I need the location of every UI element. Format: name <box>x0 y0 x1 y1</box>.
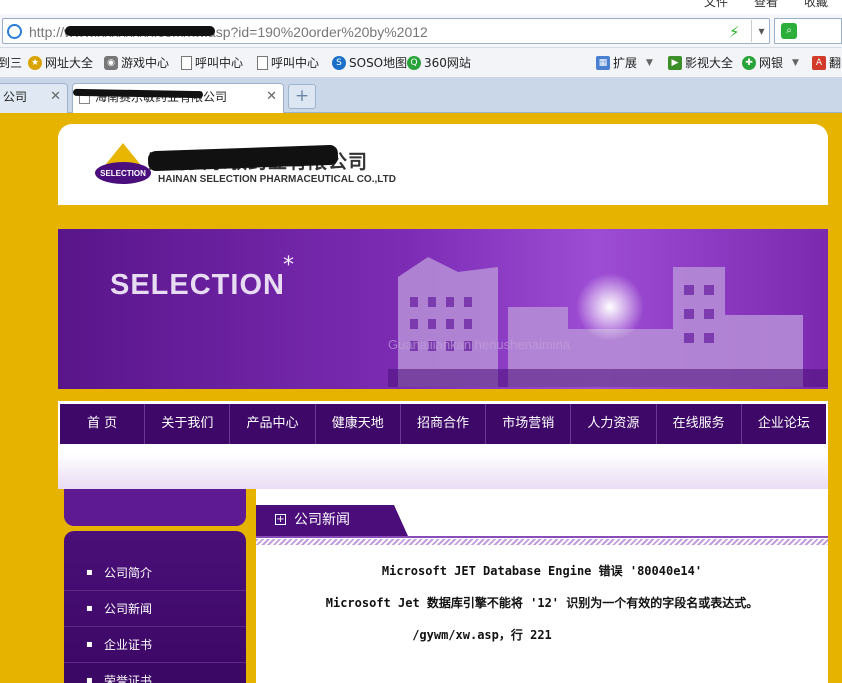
tab-company[interactable]: 公司 ✕ <box>0 83 68 113</box>
nav-home[interactable]: 首 页 <box>60 404 146 444</box>
menu-file[interactable]: 文件 <box>704 0 728 10</box>
translate-icon: A <box>812 55 826 70</box>
nav-investment[interactable]: 招商合作 <box>401 404 487 444</box>
sidebar-menu: ▪ 公司简介 ▪ 公司新闻 ▪ 企业证书 ▪ 荣誉证书 <box>64 531 246 683</box>
logo-text: SELECTION <box>100 169 146 178</box>
nav-about[interactable]: 关于我们 <box>145 404 231 444</box>
bookmark-item[interactable]: S SOSO地图 <box>332 54 407 71</box>
gamepad-icon: ◉ <box>104 55 118 70</box>
error-title: Microsoft JET Database Engine 错误 '80040e… <box>381 564 703 578</box>
error-message: Microsoft Jet 数据库引擎不能将 '12' 识别为一个有效的字段名或… <box>325 596 759 610</box>
page-icon <box>257 55 268 70</box>
redaction-mark <box>73 88 204 99</box>
tab-strip: 公司 ✕ 海南赛乐敏药业有限公司 ✕ + <box>0 78 842 113</box>
menu-favorites[interactable]: 收藏 <box>804 0 828 10</box>
search-icon[interactable]: ⌕ <box>781 23 797 39</box>
sidebar-header <box>64 489 246 526</box>
speed-mode-icon[interactable]: ⚡ <box>729 23 740 41</box>
main-content: + 公司新闻 Microsoft JET Database Engine 错误 … <box>256 489 828 683</box>
address-dropdown-icon[interactable]: ▾ <box>751 20 771 42</box>
header-logo-panel: SELECTION 海南赛乐敏药业有限公司 HAINAN SELECTION P… <box>58 124 828 205</box>
sidebar-item-honors[interactable]: ▪ 荣誉证书 <box>64 663 246 683</box>
left-sidebar: ▪ 公司简介 ▪ 公司新闻 ▪ 企业证书 ▪ 荣誉证书 <box>62 489 248 683</box>
nav-products[interactable]: 产品中心 <box>230 404 316 444</box>
close-icon[interactable]: ✕ <box>50 84 61 110</box>
plus-icon: + <box>275 514 286 525</box>
banner-subtitle: Guanaiiiankan henushenaimina <box>388 337 571 352</box>
star-web-icon: ★ <box>28 55 42 70</box>
main-nav: 首 页 关于我们 产品中心 健康天地 招商合作 市场营销 人力资源 在线服务 企… <box>60 404 826 444</box>
hero-banner: SELECTION * Guanaiiiankan henushenaimina <box>58 229 828 389</box>
extensions-icon: ▦ <box>596 55 610 70</box>
video-button[interactable]: ▶ 影视大全 <box>668 54 733 71</box>
nav-wrapper: 首 页 关于我们 产品中心 健康天地 招商合作 市场营销 人力资源 在线服务 企… <box>58 401 828 489</box>
bookmark-item[interactable]: 呼叫中心 <box>181 54 243 71</box>
translate-button[interactable]: A翻 <box>812 54 841 71</box>
nav-marketing[interactable]: 市场营销 <box>486 404 572 444</box>
nav-service[interactable]: 在线服务 <box>657 404 742 444</box>
tab-label: 公司 <box>3 90 28 104</box>
bookmark-item[interactable]: 呼叫中心 <box>257 54 319 71</box>
menu-view[interactable]: 查看 <box>754 0 778 10</box>
search-box[interactable]: ⌕ <box>774 18 842 44</box>
bullet-icon: ▪ <box>86 603 93 614</box>
close-icon[interactable]: ✕ <box>266 84 277 110</box>
bullet-icon: ▪ <box>86 675 93 683</box>
error-location: /gywm/xw.asp，行 221 <box>412 628 552 642</box>
company-logo: SELECTION <box>95 143 151 184</box>
page-icon <box>181 55 192 70</box>
section-divider <box>256 539 828 545</box>
redaction-mark <box>65 26 215 36</box>
page-globe-icon <box>7 24 22 39</box>
address-bar[interactable]: http://www.xxxxxxxx.com/xw.asp?id=190%20… <box>2 18 770 44</box>
bookmarks-bar: 到三 ★ 网址大全 ◉ 游戏中心 呼叫中心 呼叫中心 S SOSO地图 Q 360网站 … <box>0 48 842 78</box>
extensions-button[interactable]: ▦ 扩展 ▼ <box>596 54 653 71</box>
search-360-icon: Q <box>407 55 421 70</box>
building-image <box>388 257 828 387</box>
nav-hr[interactable]: 人力资源 <box>571 404 657 444</box>
sidebar-item-news[interactable]: ▪ 公司新闻 <box>64 591 246 627</box>
soso-icon: S <box>332 55 346 70</box>
banner-title: SELECTION <box>110 269 285 301</box>
bank-button[interactable]: ✚ 网银 ▼ <box>742 54 799 71</box>
new-tab-button[interactable]: + <box>288 84 316 109</box>
bookmark-item[interactable]: ◉ 游戏中心 <box>104 54 169 71</box>
section-title-tab: + 公司新闻 <box>256 505 408 536</box>
nav-forum[interactable]: 企业论坛 <box>742 404 826 444</box>
shield-icon: ✚ <box>742 55 756 70</box>
menu-bar: 文件 查看 收藏 <box>704 0 828 10</box>
company-name-en: HAINAN SELECTION PHARMACEUTICAL CO.,LTD <box>158 174 396 185</box>
bookmark-item[interactable]: ★ 网址大全 <box>28 54 93 71</box>
bullet-icon: ▪ <box>86 567 93 578</box>
section-header: + 公司新闻 <box>256 505 828 538</box>
banner-star: * <box>283 253 294 278</box>
bookmark-item[interactable]: Q 360网站 <box>407 54 471 71</box>
website-content: SELECTION 海南赛乐敏药业有限公司 HAINAN SELECTION P… <box>0 113 842 683</box>
video-icon: ▶ <box>668 55 682 70</box>
top-menu-strip: 文件 查看 收藏 <box>0 0 842 14</box>
tab-active[interactable]: 海南赛乐敏药业有限公司 ✕ <box>72 83 284 113</box>
address-bar-area: http://www.xxxxxxxx.com/xw.asp?id=190%20… <box>0 14 842 48</box>
nav-health[interactable]: 健康天地 <box>316 404 401 444</box>
sidebar-item-profile[interactable]: ▪ 公司简介 <box>64 555 246 591</box>
bullet-icon: ▪ <box>86 639 93 650</box>
bookmark-item[interactable]: 到三 <box>0 54 22 71</box>
section-title: 公司新闻 <box>294 512 350 528</box>
